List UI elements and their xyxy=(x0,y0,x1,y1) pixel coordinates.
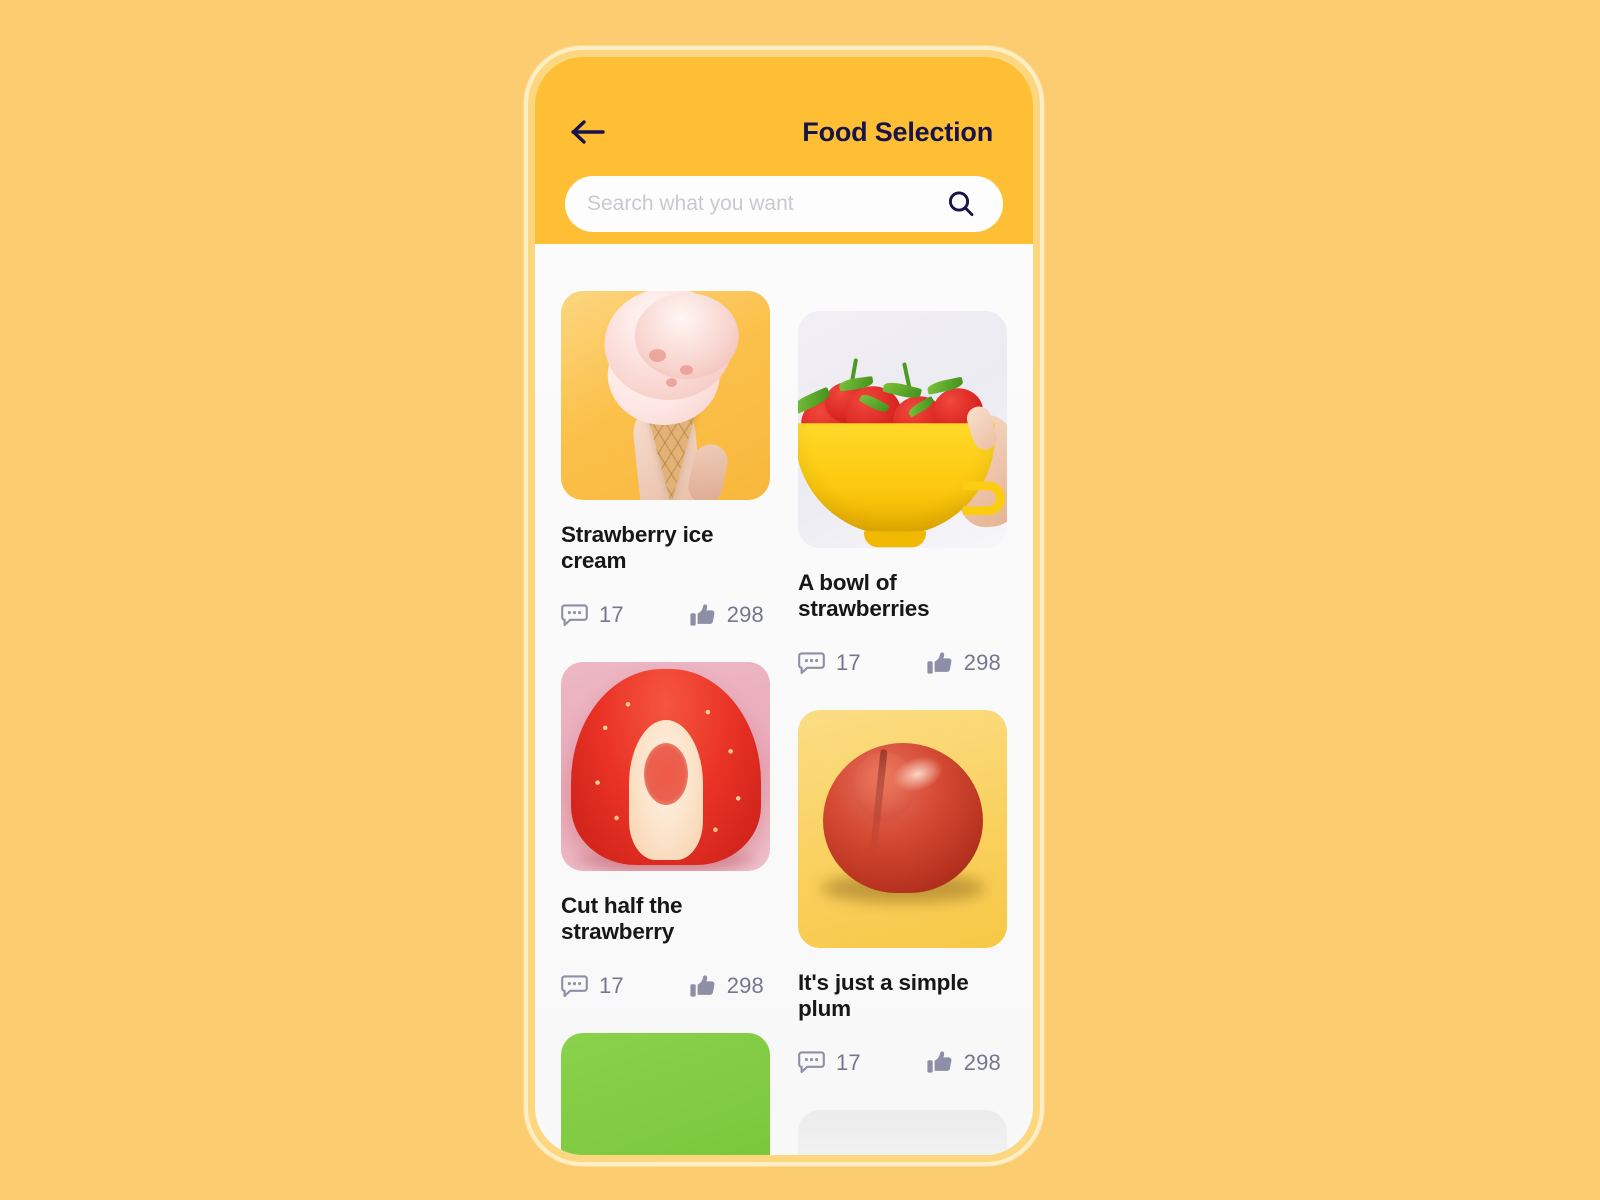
food-card-image[interactable] xyxy=(798,710,1007,948)
thumbs-up-icon xyxy=(926,651,953,676)
food-grid-scroll-area[interactable]: Strawberry ice cream 17 298 Cut half the… xyxy=(535,244,1033,1155)
search-bar[interactable] xyxy=(565,176,1003,232)
likes-stat[interactable]: 298 xyxy=(689,973,764,999)
arrow-left-icon xyxy=(571,119,607,145)
comment-bubble-icon xyxy=(798,651,825,676)
food-card-title: Cut half the strawberry xyxy=(561,893,683,945)
food-card-simple-plum[interactable]: It's just a simple plum 17 298 xyxy=(798,710,1007,1075)
phone-screen: Food Selection Search what you want Stra… xyxy=(535,57,1033,1155)
strawberry-ice-cream-photo xyxy=(561,291,770,500)
likes-count: 298 xyxy=(726,602,764,628)
food-card-title: It's just a simple plum xyxy=(798,969,969,1021)
comments-count: 17 xyxy=(599,602,624,628)
food-card-stats: 17 298 xyxy=(798,650,1007,676)
back-button[interactable] xyxy=(571,112,611,152)
page-title: Food Selection xyxy=(802,116,993,147)
food-card-stats: 17 298 xyxy=(561,973,770,999)
grid-column-left: Strawberry ice cream 17 298 Cut half the… xyxy=(561,291,770,1155)
comment-bubble-icon xyxy=(561,603,588,628)
food-card-image[interactable] xyxy=(561,291,770,500)
comment-bubble-icon xyxy=(798,1050,825,1075)
comments-stat[interactable]: 17 xyxy=(798,650,861,676)
food-card-image[interactable] xyxy=(561,1033,770,1155)
likes-stat[interactable]: 298 xyxy=(926,650,1001,676)
search-icon xyxy=(946,189,976,219)
comment-bubble-icon xyxy=(561,974,588,999)
search-button[interactable] xyxy=(941,184,981,224)
food-card-strawberry-ice-cream[interactable]: Strawberry ice cream 17 298 xyxy=(561,291,770,628)
search-input[interactable] xyxy=(587,176,941,232)
food-card-title: Strawberry ice cream xyxy=(561,522,714,574)
app-header: Food Selection xyxy=(535,57,1033,244)
thumbs-up-icon xyxy=(689,974,716,999)
likes-count: 298 xyxy=(963,650,1001,676)
likes-stat[interactable]: 298 xyxy=(926,1050,1001,1076)
food-card-image[interactable] xyxy=(798,311,1007,549)
comments-stat[interactable]: 17 xyxy=(798,1050,861,1076)
red-plum-photo xyxy=(798,710,1007,948)
comments-count: 17 xyxy=(599,973,624,999)
comments-count: 17 xyxy=(836,1049,861,1075)
food-card-stats: 17 298 xyxy=(798,1050,1007,1076)
likes-count: 298 xyxy=(726,973,764,999)
bowl-of-strawberries-photo xyxy=(798,311,1007,549)
grid-column-right: A bowl of strawberries 17 298 It's just … xyxy=(798,291,1007,1155)
next-card-placeholder[interactable] xyxy=(798,1109,1007,1155)
halved-strawberry-photo xyxy=(561,662,770,872)
food-card-cut-half-strawberry[interactable]: Cut half the strawberry 17 298 xyxy=(561,662,770,999)
food-card-stats: 17 298 xyxy=(561,602,770,628)
thumbs-up-icon xyxy=(689,603,716,628)
likes-stat[interactable]: 298 xyxy=(689,602,764,628)
food-card-lime-slices[interactable] xyxy=(561,1033,770,1155)
food-card-title: A bowl of strawberries xyxy=(798,570,930,622)
likes-count: 298 xyxy=(963,1049,1001,1075)
food-card-bowl-of-strawberries[interactable]: A bowl of strawberries 17 298 xyxy=(798,311,1007,676)
lime-slices-photo xyxy=(561,1033,770,1155)
comments-stat[interactable]: 17 xyxy=(561,602,624,628)
thumbs-up-icon xyxy=(926,1050,953,1075)
food-card-image[interactable] xyxy=(561,662,770,872)
comments-count: 17 xyxy=(836,650,861,676)
header-row: Food Selection xyxy=(565,109,1003,155)
phone-frame: Food Selection Search what you want Stra… xyxy=(524,46,1044,1166)
food-grid: Strawberry ice cream 17 298 Cut half the… xyxy=(561,244,1007,1155)
comments-stat[interactable]: 17 xyxy=(561,973,624,999)
